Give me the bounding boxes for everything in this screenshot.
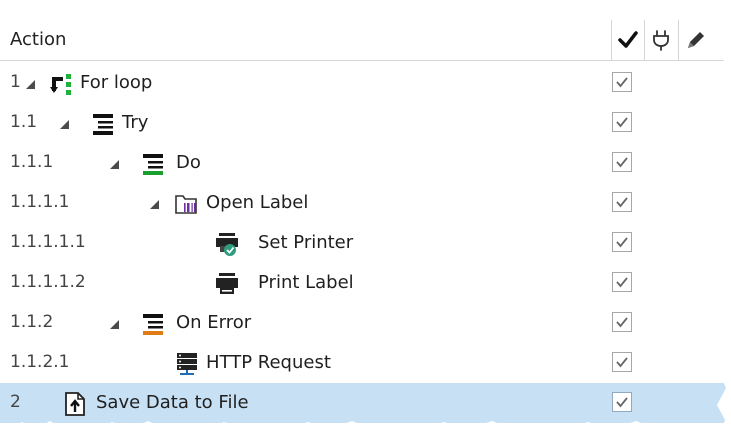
row-number: 1.1.1.1 — [10, 192, 70, 212]
tree-row[interactable]: 1.1.2 On Error — [0, 303, 731, 343]
collapse-arrow-icon[interactable] — [110, 320, 119, 329]
try-icon — [93, 114, 113, 135]
row-number: 1.1 — [10, 112, 38, 132]
set-printer-icon — [216, 233, 238, 256]
row-label: Print Label — [258, 272, 354, 293]
loop-icon — [50, 74, 71, 95]
row-label: Open Label — [206, 192, 309, 213]
collapse-arrow-icon[interactable] — [150, 200, 159, 209]
row-label: Save Data to File — [96, 392, 249, 413]
enabled-checkbox[interactable] — [612, 352, 632, 372]
tree-row[interactable]: 1.1.1.1.1 Set Printer — [0, 223, 731, 263]
enabled-checkbox[interactable] — [612, 232, 632, 252]
row-number: 1.1.1.1.1 — [10, 232, 86, 252]
do-icon — [143, 154, 163, 175]
enabled-checkbox[interactable] — [612, 192, 632, 212]
tree-row[interactable]: 1.1.1.1 Open Label — [0, 183, 731, 223]
action-column-header[interactable]: Action — [10, 29, 66, 50]
tree-row[interactable]: 1.1.2.1 HTTP Request — [0, 343, 731, 383]
http-request-icon — [177, 353, 197, 375]
enabled-checkbox[interactable] — [612, 72, 632, 92]
row-number: 1 — [10, 72, 21, 92]
row-number: 1.1.1 — [10, 152, 54, 172]
tree-row[interactable]: 1 For loop — [0, 63, 731, 103]
enabled-checkbox[interactable] — [612, 112, 632, 132]
row-label: Set Printer — [258, 232, 354, 253]
column-separator — [644, 20, 645, 60]
plug-icon[interactable] — [649, 28, 673, 52]
row-number: 2 — [10, 392, 21, 412]
collapse-arrow-icon[interactable] — [110, 160, 119, 169]
row-number: 1.1.1.1.2 — [10, 272, 86, 292]
open-label-icon — [175, 195, 197, 214]
tree-row[interactable]: 1.1.1.1.2 Print Label — [0, 263, 731, 303]
checkmark-icon[interactable] — [616, 28, 640, 52]
pencil-icon[interactable] — [684, 28, 708, 52]
tree-row[interactable]: 1.1.1 Do — [0, 143, 731, 183]
row-label: HTTP Request — [206, 352, 331, 373]
row-label: On Error — [176, 312, 252, 333]
enabled-checkbox[interactable] — [612, 272, 632, 292]
enabled-checkbox[interactable] — [612, 152, 632, 172]
row-label: For loop — [80, 72, 153, 93]
collapse-arrow-icon[interactable] — [60, 120, 69, 129]
printer-icon — [216, 273, 238, 294]
save-file-icon — [65, 392, 85, 416]
row-number: 1.1.2 — [10, 312, 54, 332]
enabled-checkbox[interactable] — [612, 392, 632, 412]
torn-edge-bottom — [0, 421, 731, 435]
column-separator — [678, 20, 679, 60]
on-error-icon — [143, 314, 163, 335]
actions-tree-panel: Action 1 For loop 1.1 Try 1.1.1 Do 1.1.1… — [0, 0, 731, 435]
row-number: 1.1.2.1 — [10, 352, 70, 372]
collapse-arrow-icon[interactable] — [26, 80, 35, 89]
row-label: Try — [122, 112, 149, 133]
tree-row[interactable]: 1.1 Try — [0, 103, 731, 143]
column-separator — [611, 20, 612, 60]
row-label: Do — [176, 152, 201, 173]
enabled-checkbox[interactable] — [612, 312, 632, 332]
column-header: Action — [0, 20, 731, 61]
torn-edge-right — [717, 0, 731, 435]
